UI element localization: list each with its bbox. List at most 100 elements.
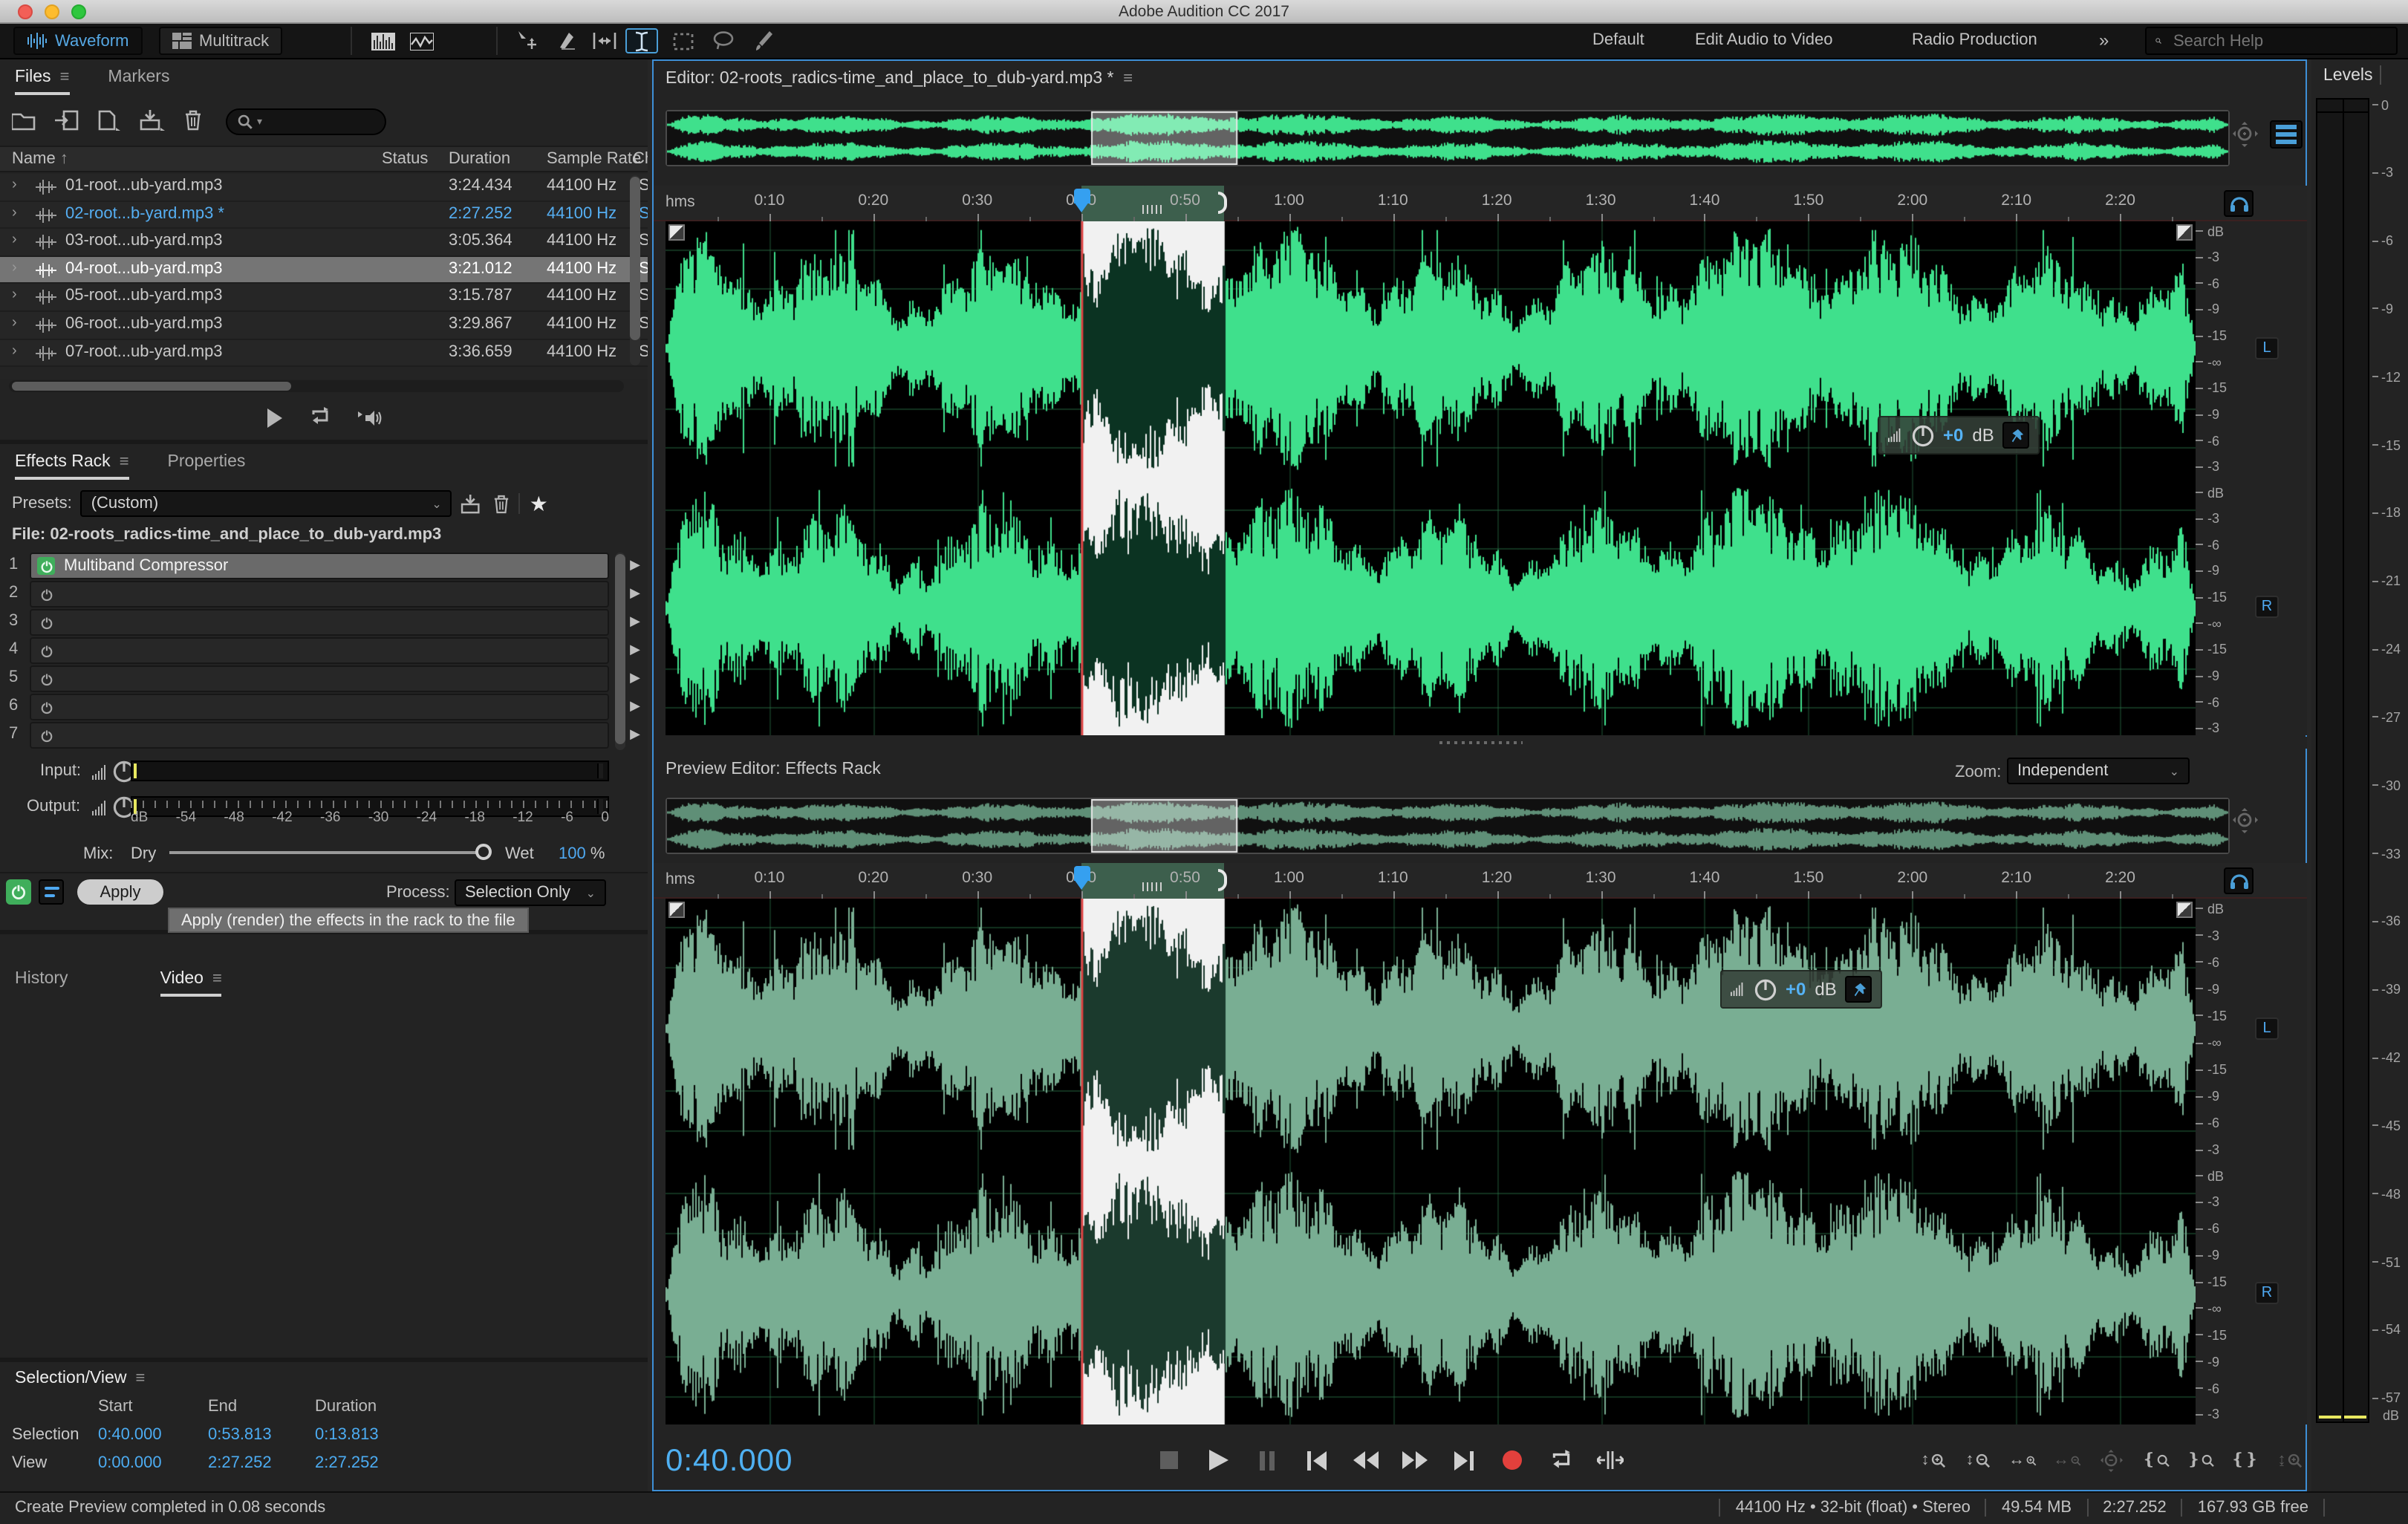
slot-options-arrow-icon[interactable]: ▶ [630,613,640,630]
tab-history[interactable]: History [15,970,68,988]
tab-effects-rack[interactable]: Effects Rack ≡ [15,453,129,480]
mix-slider[interactable] [169,851,484,854]
files-search-box[interactable]: ▾ [226,108,386,135]
slip-tool[interactable] [588,28,621,53]
gain-hud[interactable]: +0 dB [1878,416,2040,455]
expand-chevron-icon[interactable]: › [12,232,17,248]
selection-end-handle[interactable] [1218,192,1228,214]
selection-duration-value[interactable]: 0:13.813 [315,1426,419,1444]
favorite-star-icon[interactable]: ★ [530,493,548,514]
panel-menu-icon[interactable]: ≡ [120,453,129,471]
column-channels[interactable]: Cha [633,150,648,168]
zoom-navigate-icon[interactable] [2233,122,2258,147]
zoom-to-out-point-button[interactable]: ❵ [2187,1445,2215,1475]
table-row[interactable]: ›04-root...ub-yard.mp33:21.01244100 HzS [0,256,648,284]
ruler-selection-range[interactable] [1081,186,1228,221]
effect-slot[interactable]: 4 ▶ [0,637,648,664]
effect-slot[interactable]: 7 ▶ [0,722,648,749]
pin-hud-icon[interactable] [1845,976,1872,1003]
record-button[interactable] [1497,1445,1527,1475]
pause-button[interactable] [1252,1445,1282,1475]
effect-power-toggle[interactable] [37,726,55,744]
workspace-item[interactable]: Default [1592,31,1644,49]
selection-grip[interactable] [1142,205,1164,214]
table-row[interactable]: ›05-root...ub-yard.mp33:15.78744100 HzS [0,284,648,312]
column-duration[interactable]: Duration [449,150,510,168]
left-channel-button[interactable]: L [2255,1017,2279,1040]
tab-files[interactable]: Files ≡ [15,68,70,95]
view-duration-value[interactable]: 2:27.252 [315,1454,419,1472]
selection-grip[interactable] [1142,882,1164,891]
expand-chevron-icon[interactable]: › [12,177,17,193]
files-vertical-scrollbar-thumb[interactable] [630,177,640,340]
process-dropdown[interactable]: Selection Only ⌄ [455,879,606,906]
files-column-header[interactable]: Name ↑ Status Duration Sample Rate Cha [0,146,648,172]
delete-trash-icon[interactable] [184,110,202,131]
selection-end-handle[interactable] [1218,869,1228,891]
column-status[interactable]: Status [382,150,428,168]
help-search-box[interactable] [2145,27,2398,55]
expand-chevron-icon[interactable]: › [12,315,17,331]
zoom-out-horizontal-button[interactable]: ↔ [2053,1445,2081,1475]
save-import-icon[interactable] [140,110,165,131]
files-horizontal-scrollbar-thumb[interactable] [12,382,291,391]
ruler-selection-range[interactable] [1081,863,1228,899]
presets-dropdown[interactable]: (Custom) ⌄ [80,490,452,517]
selection-end-value[interactable]: 0:53.813 [208,1426,315,1444]
gain-knob-icon[interactable] [1754,978,1777,1000]
column-name[interactable]: Name ↑ [12,150,68,168]
table-row[interactable]: ›06-root...ub-yard.mp33:29.86744100 HzS [0,311,648,340]
zoom-out-vertical-button[interactable]: ↕ [1964,1445,1992,1475]
slot-options-arrow-icon[interactable]: ▶ [630,642,640,658]
preview-timeline-ruler[interactable]: hms 0:100:200:300:400:501:001:101:201:30… [654,863,2307,899]
corner-grabber[interactable] [2176,902,2193,918]
slot-options-arrow-icon[interactable]: ▶ [630,726,640,743]
selection-start-value[interactable]: 0:40.000 [98,1426,208,1444]
import-file-icon[interactable] [55,110,79,131]
loop-playback-icon[interactable] [309,407,331,428]
expand-chevron-icon[interactable]: › [12,260,17,276]
open-file-icon[interactable] [12,111,36,130]
zoom-to-selection-button[interactable]: ❴❵ [2231,1445,2259,1475]
skip-to-start-button[interactable] [1301,1445,1331,1475]
slot-options-arrow-icon[interactable]: ▶ [630,698,640,714]
razor-tool[interactable] [550,28,582,53]
table-row[interactable]: ›03-root...ub-yard.mp33:05.36444100 HzS [0,229,648,257]
view-end-value[interactable]: 2:27.252 [208,1454,315,1472]
effect-power-toggle[interactable] [37,585,55,603]
help-search-input[interactable] [2170,30,2387,51]
slot-options-arrow-icon[interactable]: ▶ [630,585,640,602]
save-preset-icon[interactable] [461,494,485,513]
zoom-in-vertical-button[interactable]: ↕ [1919,1445,1947,1475]
monitor-headphones-icon[interactable] [2224,190,2254,217]
gain-knob-icon[interactable] [1912,424,1934,446]
pin-hud-icon[interactable] [2002,422,2030,449]
mix-value[interactable]: 100 % [559,845,605,863]
effect-slot[interactable]: 6 ▶ [0,694,648,720]
skip-to-end-button[interactable] [1448,1445,1478,1475]
corner-grabber[interactable] [668,224,685,241]
apply-button[interactable]: Apply [77,879,163,905]
main-waveform-display[interactable] [666,221,2196,735]
hud-gain-value[interactable]: +0 [1943,425,1963,446]
expand-chevron-icon[interactable]: › [12,204,17,221]
corner-grabber[interactable] [668,902,685,918]
rack-power-toggle[interactable] [6,879,31,905]
loop-playback-button[interactable] [1546,1445,1576,1475]
effect-power-toggle[interactable] [37,613,55,631]
slots-scrollbar-thumb[interactable] [615,554,625,744]
panel-menu-icon[interactable]: ≡ [212,970,222,988]
multitrack-view-button[interactable]: Multitrack [159,27,283,55]
spectral-display-toggle[interactable] [406,28,438,53]
levels-meter[interactable] [2316,98,2369,1423]
tab-video[interactable]: Video ≡ [160,970,222,997]
rewind-button[interactable] [1350,1445,1380,1475]
preview-gain-hud[interactable]: +0 dB [1720,970,1883,1009]
timeline-ruler[interactable]: hms 0:100:200:300:400:501:001:101:201:30… [654,186,2307,221]
new-file-icon[interactable] [98,110,120,131]
slot-options-arrow-icon[interactable]: ▶ [630,557,640,573]
right-channel-button[interactable]: R [2255,1282,2279,1304]
time-selection-tool[interactable] [625,28,658,53]
panel-menu-icon[interactable]: ≡ [60,68,70,86]
play-icon[interactable] [266,408,282,427]
